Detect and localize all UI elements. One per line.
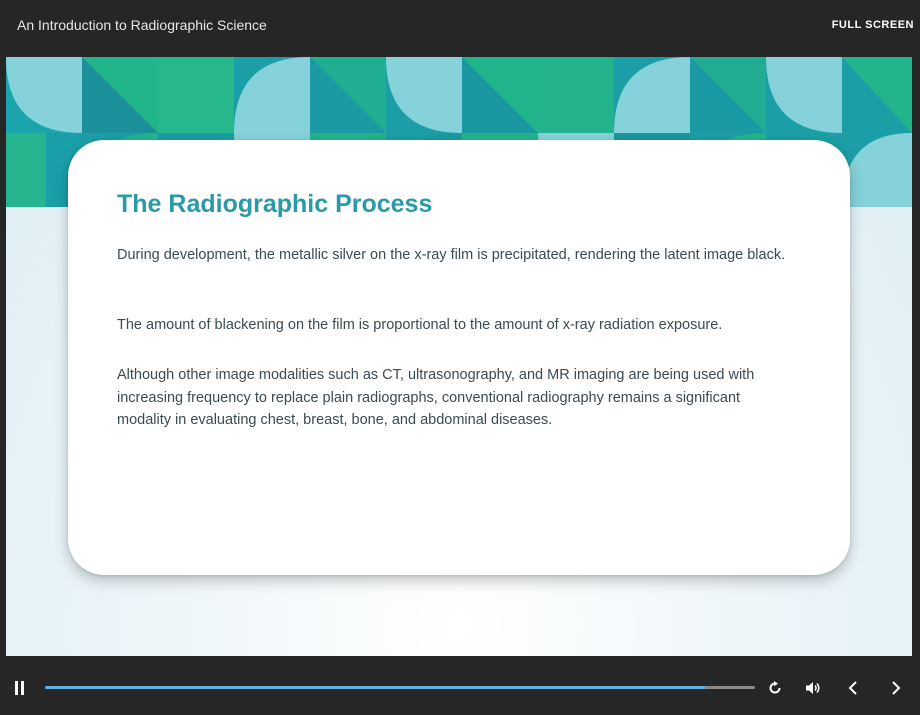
top-bar: An Introduction to Radiographic Science …: [0, 0, 920, 56]
content-card: The Radiographic Process During developm…: [68, 140, 850, 575]
prev-icon: [848, 681, 857, 695]
volume-button[interactable]: [805, 681, 821, 695]
pause-icon: [15, 681, 18, 695]
full-screen-button[interactable]: FULL SCREEN: [832, 19, 914, 31]
next-icon: [892, 681, 901, 695]
course-title: An Introduction to Radiographic Science: [17, 17, 267, 33]
paragraph-modalities: Although other image modalities such as …: [117, 367, 755, 428]
player-controls: [0, 657, 920, 715]
replay-button[interactable]: [768, 681, 782, 695]
previous-button[interactable]: [847, 681, 859, 695]
next-button[interactable]: [890, 681, 902, 695]
volume-icon: [806, 682, 820, 694]
slide-stage: The Radiographic Process During developm…: [6, 57, 912, 656]
pause-button[interactable]: [15, 681, 25, 695]
replay-icon: [769, 681, 781, 694]
slide-heading: The Radiographic Process: [117, 190, 433, 218]
paragraph-development: During development, the metallic silver …: [117, 247, 786, 263]
paragraph-blackening: The amount of blackening on the film is …: [117, 317, 723, 333]
progress-track[interactable]: [45, 686, 755, 689]
pause-icon-bar: [21, 681, 24, 695]
progress-fill: [45, 686, 706, 689]
